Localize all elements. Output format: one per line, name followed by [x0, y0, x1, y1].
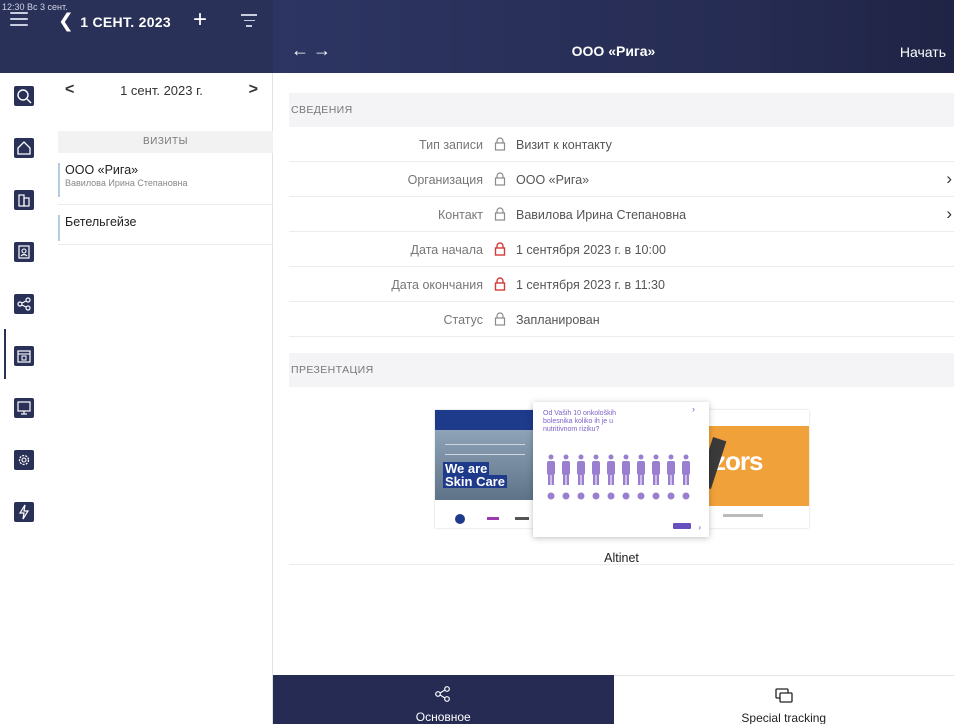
divider — [58, 244, 273, 245]
active-indicator — [4, 329, 6, 379]
detail-key: Статус — [443, 313, 483, 327]
detail-row[interactable]: Организация ООО «Рига» › — [289, 163, 954, 197]
tab-label: Основное — [415, 710, 471, 724]
tab-special-tracking[interactable]: Special tracking — [613, 675, 954, 724]
lock-icon — [494, 277, 506, 291]
visit-subtitle: Вавилова Ирина Степановна — [65, 178, 188, 188]
detail-value: Вавилова Ирина Степановна — [516, 208, 687, 222]
tab-label: Special tracking — [741, 711, 827, 724]
detail-header: ←→ ООО «Рига» Начать — [273, 0, 954, 73]
start-button[interactable]: Начать — [900, 44, 946, 60]
sidebar — [0, 73, 50, 724]
lock-icon — [494, 312, 506, 326]
chevron-left-icon: ❮ — [58, 11, 75, 32]
menu-icon[interactable] — [10, 12, 28, 26]
slide-thumbnail: zors — [703, 410, 809, 528]
windows-icon — [775, 688, 793, 703]
slide-left-text: We are Skin Care — [443, 461, 507, 489]
share-icon[interactable] — [13, 293, 35, 315]
filter-icon[interactable] — [241, 14, 257, 31]
slide-mid-text: Od Vaših 10 onkoloških bolesnika koliko … — [543, 410, 617, 433]
visit-title: ООО «Рига» — [65, 163, 139, 177]
detail-panel: СВЕДЕНИЯ Тип записи Визит к контакту Орг… — [273, 73, 954, 673]
search-icon[interactable] — [13, 85, 35, 107]
detail-row: Статус Запланирован — [289, 303, 954, 337]
presentation-name: Altinet — [604, 551, 639, 565]
visits-panel: < 1 сент. 2023 г. > ВИЗИТЫ ООО «Рига» Ва… — [50, 73, 273, 724]
bottom-tabs: Основное Special tracking — [273, 675, 954, 724]
presentation-item[interactable]: We are Skin Care zors Od Vaših 10 onkolo… — [289, 387, 954, 565]
back-date-label: 1 СЕНТ. 2023 — [80, 13, 171, 30]
app-window: 12:30 Вс 3 сент. ❮ 1 СЕНТ. 2023 + ←→ ООО… — [0, 0, 954, 724]
gear-icon[interactable] — [13, 449, 35, 471]
visits-header: ВИЗИТЫ — [58, 131, 273, 153]
lock-icon — [494, 242, 506, 256]
home-icon[interactable] — [13, 137, 35, 159]
lock-icon — [494, 137, 506, 151]
divider — [58, 204, 273, 205]
share-icon — [435, 686, 451, 702]
detail-row: Дата начала 1 сентября 2023 г. в 10:00 — [289, 233, 954, 267]
tab-main[interactable]: Основное — [273, 675, 614, 724]
day-navigator: < 1 сент. 2023 г. > — [50, 73, 273, 129]
detail-key: Дата начала — [410, 243, 483, 257]
chevron-right-icon[interactable]: › — [946, 169, 952, 189]
slide-thumbnail-main: Od Vaših 10 onkoloških bolesnika koliko … — [533, 402, 709, 537]
lock-icon — [494, 172, 506, 186]
calendar-icon[interactable] — [13, 345, 35, 367]
detail-value: ООО «Рига» — [516, 173, 590, 187]
slide-thumbnail: We are Skin Care — [435, 410, 541, 528]
detail-row[interactable]: Контакт Вавилова Ирина Степановна › — [289, 198, 954, 232]
next-day-button[interactable]: > — [249, 81, 258, 99]
detail-key: Организация — [407, 173, 483, 187]
left-header: 12:30 Вс 3 сент. ❮ 1 СЕНТ. 2023 + — [0, 0, 273, 73]
detail-value: 1 сентября 2023 г. в 11:30 — [516, 278, 665, 292]
back-date-button[interactable]: ❮ 1 СЕНТ. 2023 — [58, 10, 171, 33]
detail-value: 1 сентября 2023 г. в 10:00 — [516, 243, 666, 257]
detail-row: Тип записи Визит к контакту — [289, 128, 954, 162]
details-section-header: СВЕДЕНИЯ — [289, 93, 954, 127]
lock-icon — [494, 207, 506, 221]
page-title: ООО «Рига» — [571, 43, 656, 59]
building-icon[interactable] — [13, 189, 35, 211]
detail-key: Тип записи — [419, 138, 483, 152]
detail-row: Дата окончания 1 сентября 2023 г. в 11:3… — [289, 268, 954, 302]
presentation-icon[interactable] — [13, 397, 35, 419]
visit-title: Бетельгейзе — [65, 215, 137, 229]
bolt-icon[interactable] — [13, 501, 35, 523]
day-label: 1 сент. 2023 г. — [120, 83, 203, 98]
people-figure-icon — [547, 454, 690, 500]
visit-item[interactable]: Бетельгейзе — [58, 215, 273, 241]
detail-value: Запланирован — [516, 313, 600, 327]
contacts-icon[interactable] — [13, 241, 35, 263]
add-icon[interactable]: + — [193, 6, 207, 34]
presentation-section-header: ПРЕЗЕНТАЦИЯ — [289, 353, 954, 387]
visit-item[interactable]: ООО «Рига» Вавилова Ирина Степановна — [58, 163, 273, 197]
detail-key: Контакт — [437, 208, 483, 222]
detail-value: Визит к контакту — [516, 138, 612, 152]
status-time: 12:30 — [2, 2, 25, 12]
chevron-right-icon[interactable]: › — [946, 204, 952, 224]
detail-key: Дата окончания — [391, 278, 483, 292]
